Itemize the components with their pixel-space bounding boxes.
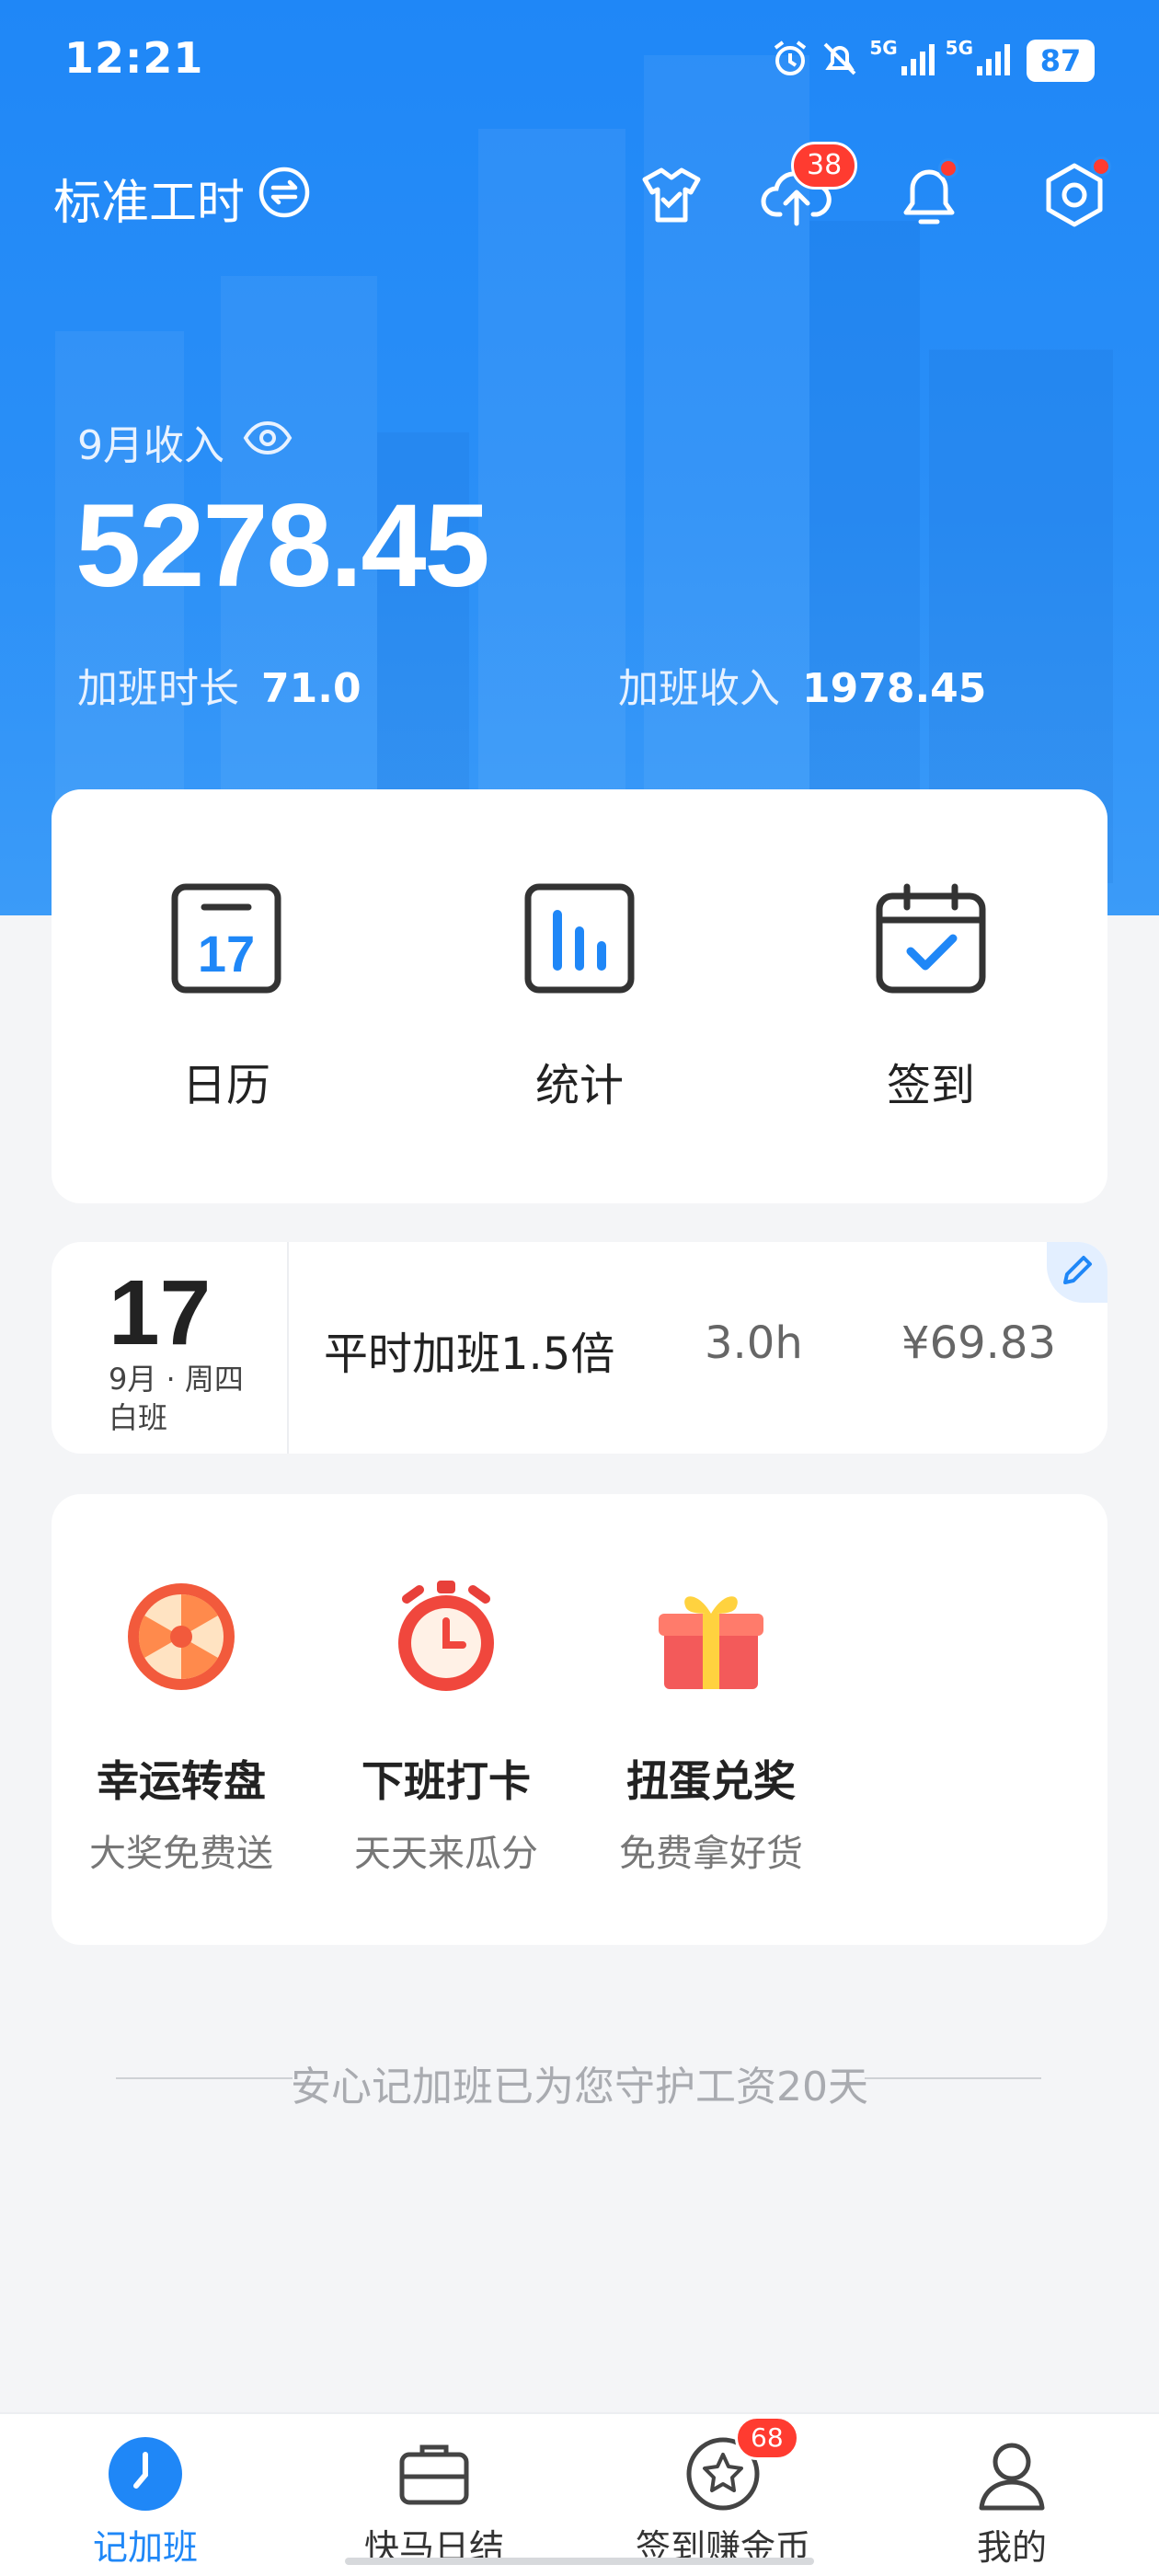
wheel-icon <box>121 1577 241 1696</box>
coins-badge: 68 <box>735 2416 799 2460</box>
gacha-prize-desc: 免费拿好货 <box>619 1833 803 1875</box>
work-mode-switch[interactable]: 标准工时 <box>53 164 311 233</box>
home-indicator[interactable] <box>345 2558 814 2565</box>
gacha-prize-title: 扭蛋兑奖 <box>626 1756 796 1806</box>
bg-building <box>809 221 920 883</box>
overtime-income: 加班收入 1978.45 <box>618 655 986 714</box>
record-weekday: 9月 · 周四 <box>109 1362 244 1397</box>
settings-icon[interactable] <box>1036 156 1113 234</box>
lucky-wheel-item[interactable]: 幸运转盘 大奖免费送 <box>66 1577 296 1877</box>
overtime-hours: 加班时长 71.0 <box>77 655 361 714</box>
edit-record-button[interactable] <box>1047 1242 1107 1303</box>
network-type-1: 5G <box>869 37 898 59</box>
tab-checkin-coins[interactable]: 68 签到赚金币 <box>585 2416 861 2570</box>
signal-icon <box>900 40 936 81</box>
income-amount: 5278.45 <box>75 480 490 612</box>
checkin-label: 签到 <box>886 1060 975 1111</box>
tab-mine[interactable]: 我的 <box>874 2434 1150 2570</box>
record-date-info: 9月 · 周四 白班 <box>109 1360 244 1437</box>
star-coin-icon: 68 <box>683 2416 799 2513</box>
protection-note: 安心记加班已为您守护工资20天 <box>291 2064 868 2110</box>
quick-actions-card: 17 日历 统计 签到 <box>52 789 1107 1203</box>
clock-icon <box>106 2434 185 2513</box>
cloud-upload-icon[interactable]: 38 <box>758 142 858 234</box>
calendar-17-icon: 17 <box>169 881 283 995</box>
record-type: 平时加班1.5倍 <box>324 1328 615 1380</box>
network-type-2: 5G <box>945 37 973 59</box>
income-label-row: 9月收入 <box>77 412 293 471</box>
user-icon <box>972 2434 1051 2513</box>
settings-dot <box>1091 156 1111 177</box>
clock-out-title: 下班打卡 <box>361 1756 531 1806</box>
record-day: 17 <box>109 1261 212 1364</box>
work-mode-label: 标准工时 <box>53 176 246 231</box>
shirt-icon[interactable] <box>633 156 710 234</box>
calendar-button[interactable]: 17 日历 <box>116 881 337 1113</box>
lucky-wheel-title: 幸运转盘 <box>97 1756 266 1806</box>
lucky-wheel-desc: 大奖免费送 <box>89 1833 273 1875</box>
bar-chart-icon <box>522 881 637 995</box>
statistics-button[interactable]: 统计 <box>469 881 690 1113</box>
overtime-income-label: 加班收入 <box>618 665 780 712</box>
svg-text:17: 17 <box>198 925 255 983</box>
record-amount: ¥69.83 <box>901 1317 1056 1369</box>
overtime-hours-label: 加班时长 <box>77 665 239 712</box>
status-bar: 12:21 5G 5G 87 <box>0 0 1159 120</box>
alarm-icon <box>770 39 810 83</box>
overtime-income-value: 1978.45 <box>802 665 987 712</box>
overtime-hours-value: 71.0 <box>261 665 361 712</box>
cloud-badge: 38 <box>791 142 858 190</box>
status-icons: 5G 5G 87 <box>770 35 1095 86</box>
overtime-record-row[interactable]: 17 9月 · 周四 白班 平时加班1.5倍 3.0h ¥69.83 <box>52 1242 1107 1454</box>
eye-icon[interactable] <box>243 419 293 466</box>
switch-icon <box>258 166 311 231</box>
mute-bell-icon <box>820 39 860 83</box>
calendar-check-icon <box>874 881 988 995</box>
clock-out-item[interactable]: 下班打卡 天天来瓜分 <box>331 1577 561 1877</box>
tab-daily-pay[interactable]: 快马日结 <box>296 2434 572 2570</box>
checkin-button[interactable]: 签到 <box>820 881 1041 1113</box>
tab-label: 记加班 <box>92 2527 198 2568</box>
briefcase-icon <box>395 2434 474 2513</box>
divider <box>287 1242 289 1454</box>
pencil-icon <box>1060 1253 1095 1292</box>
bottom-tab-bar: 记加班 快马日结 68 签到赚金币 我的 <box>0 2412 1159 2576</box>
tab-label: 我的 <box>976 2527 1047 2568</box>
income-label: 9月收入 <box>77 422 224 469</box>
record-shift: 白班 <box>109 1400 168 1435</box>
signal-icon <box>975 40 1012 81</box>
top-bar: 标准工时 38 <box>0 142 1159 248</box>
promotions-card: 幸运转盘 大奖免费送 下班打卡 天天来瓜分 扭蛋兑奖 免费拿好货 <box>52 1494 1107 1945</box>
notification-dot <box>938 158 958 178</box>
bell-icon[interactable] <box>890 156 968 234</box>
status-time: 12:21 <box>64 33 204 83</box>
calendar-label: 日历 <box>181 1060 270 1111</box>
gacha-prize-item[interactable]: 扭蛋兑奖 免费拿好货 <box>596 1577 826 1877</box>
gift-icon <box>651 1577 771 1696</box>
stopwatch-icon <box>386 1577 506 1696</box>
clock-out-desc: 天天来瓜分 <box>354 1833 538 1875</box>
tab-record-overtime[interactable]: 记加班 <box>7 2434 283 2570</box>
record-hours: 3.0h <box>705 1317 803 1369</box>
statistics-label: 统计 <box>534 1060 624 1111</box>
battery-indicator: 87 <box>1027 40 1095 82</box>
